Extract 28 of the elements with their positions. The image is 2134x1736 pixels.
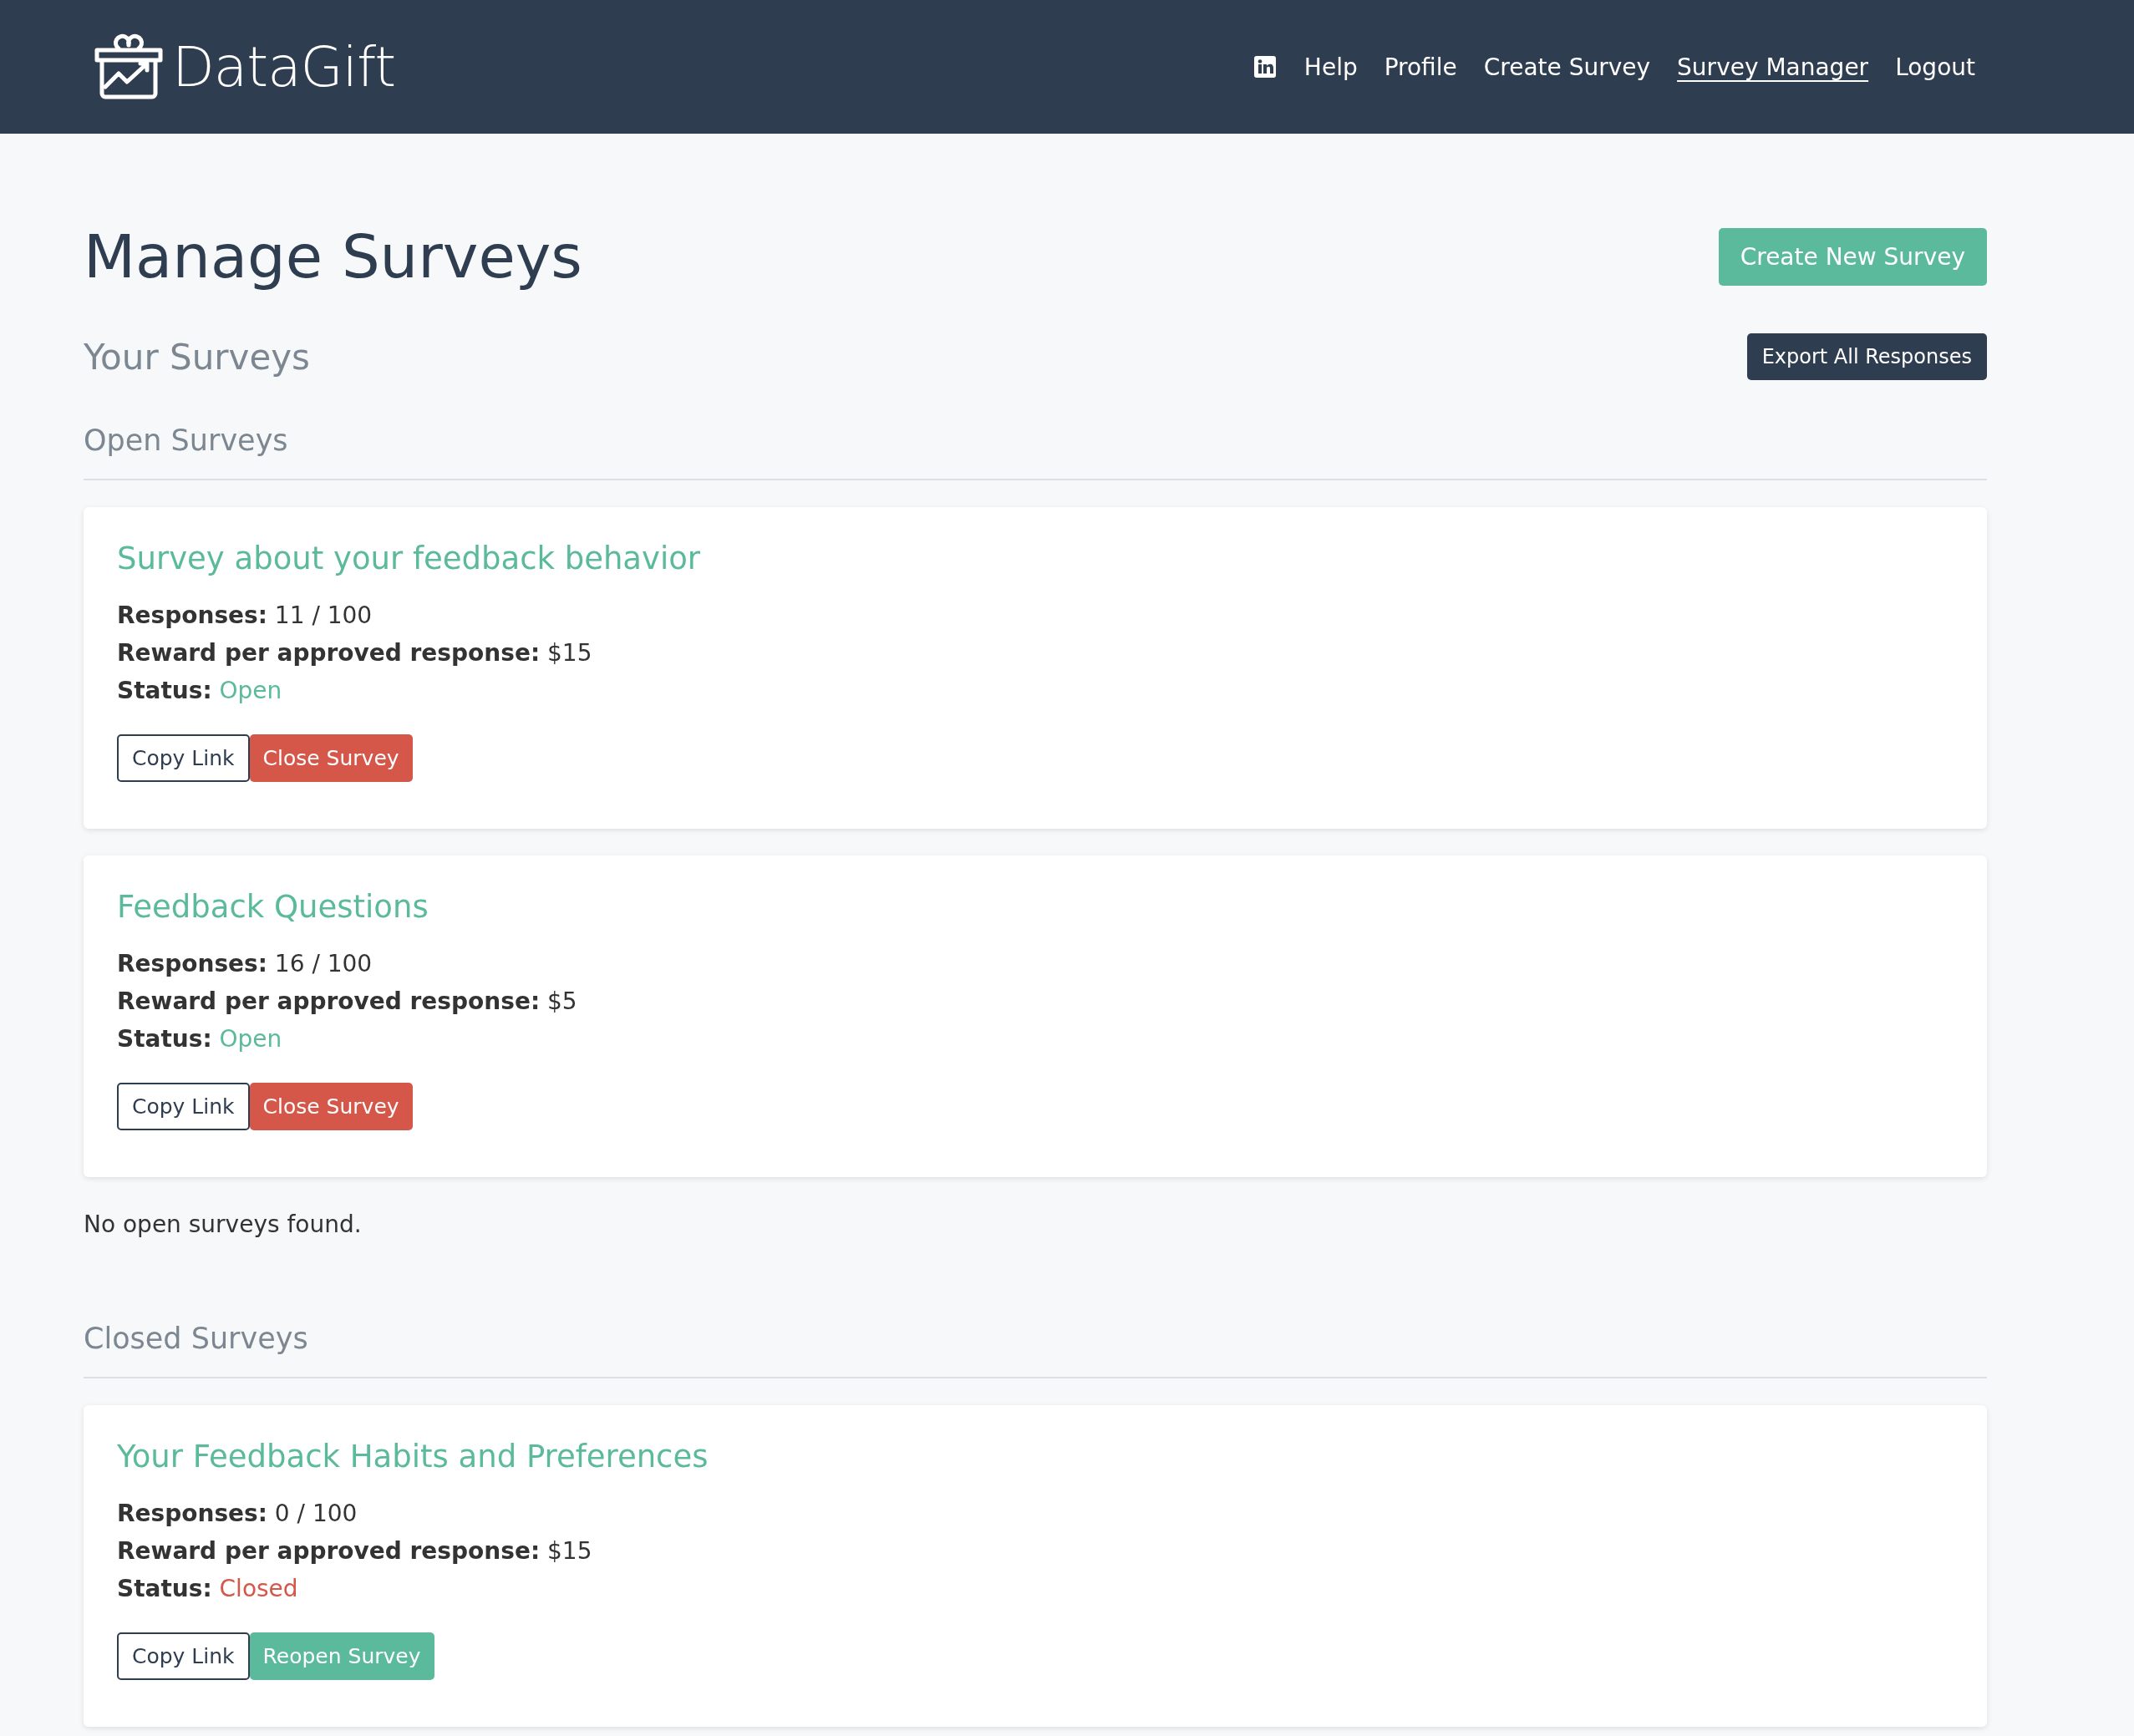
export-button[interactable]: Export All Responses xyxy=(1746,333,1987,380)
nav-link[interactable]: Profile xyxy=(1384,53,1457,81)
logo-text: DataGift xyxy=(172,34,396,99)
survey-status: Status: Open xyxy=(117,676,283,706)
survey-detail: Reward per approved response: $15 xyxy=(117,638,593,668)
survey-status: Status: Open xyxy=(117,1024,283,1054)
survey-detail: Responses: 0 / 100 xyxy=(117,1499,358,1529)
copy-link-button[interactable]: Copy Link xyxy=(117,734,250,782)
empty-message: No open surveys found. xyxy=(84,1211,363,1238)
linkedin-icon[interactable] xyxy=(1253,56,1276,78)
survey-action-button[interactable]: Close Survey xyxy=(249,1083,413,1130)
section-heading: Closed Surveys xyxy=(84,1322,1987,1378)
copy-link-button[interactable]: Copy Link xyxy=(117,1632,250,1680)
copy-link-button[interactable]: Copy Link xyxy=(117,1083,250,1130)
nav-link[interactable]: Help xyxy=(1303,53,1358,81)
survey-status: Status: Closed xyxy=(117,1574,299,1604)
nav-link[interactable]: Create Survey xyxy=(1483,53,1651,81)
section-heading: Open Surveys xyxy=(84,424,1987,480)
page-title: Manage Surveys xyxy=(84,221,582,292)
survey-detail: Reward per approved response: $15 xyxy=(117,1536,593,1566)
nav-link[interactable]: Logout xyxy=(1895,53,1975,81)
nav-link[interactable]: Survey Manager xyxy=(1677,53,1869,81)
survey-detail: Responses: 16 / 100 xyxy=(117,949,373,979)
survey-detail: Reward per approved response: $5 xyxy=(117,987,578,1017)
gift-chart-icon xyxy=(94,32,164,102)
survey-detail: Responses: 11 / 100 xyxy=(117,601,373,631)
survey-action-button[interactable]: Close Survey xyxy=(249,734,413,782)
section-title: Your Surveys xyxy=(84,336,310,378)
